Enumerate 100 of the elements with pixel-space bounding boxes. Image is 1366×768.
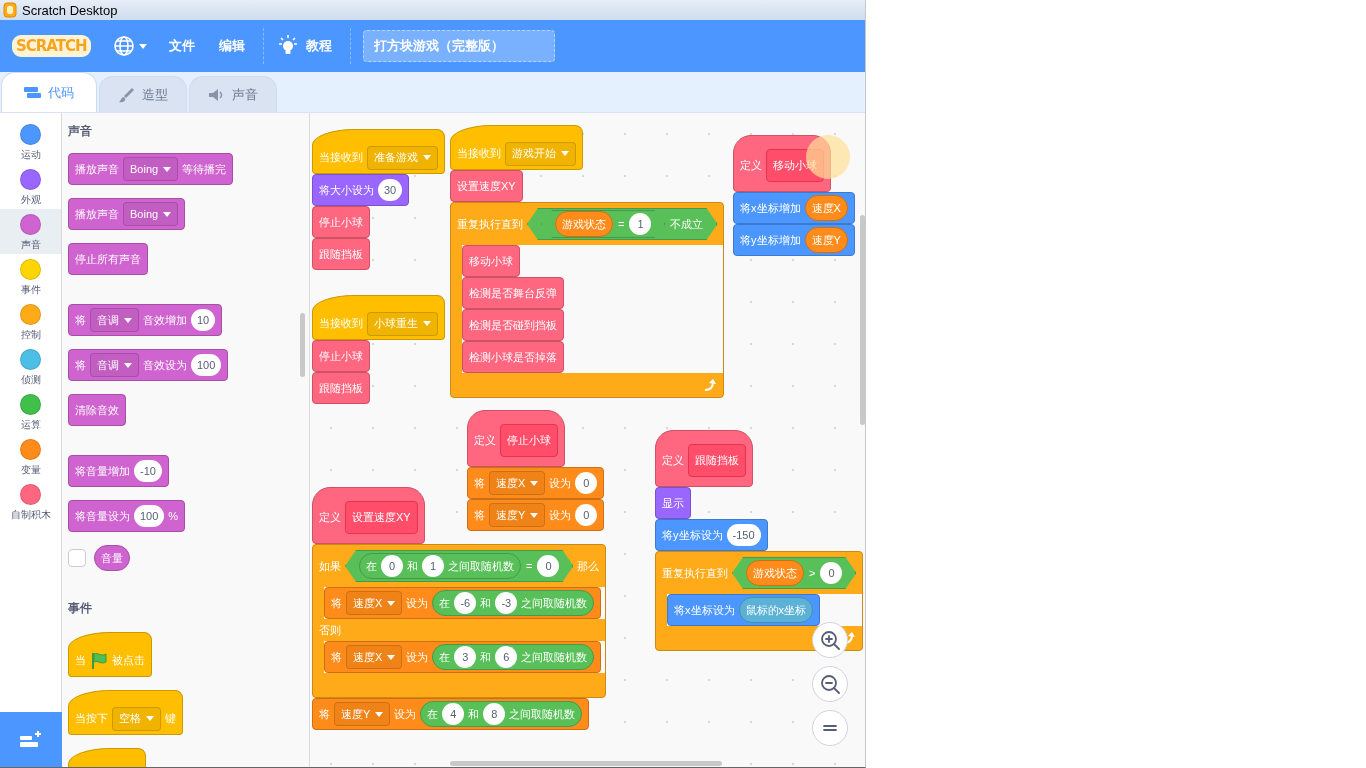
reporter-block[interactable]: 鼠标的x坐标: [738, 597, 813, 623]
add-extension-button[interactable]: [0, 712, 62, 767]
code-block[interactable]: 显示: [655, 487, 691, 519]
reporter-block[interactable]: 速度Y: [804, 227, 848, 253]
scrollbar[interactable]: [860, 215, 865, 425]
reporter-block[interactable]: 在 -6 和 -3 之间取随机数: [432, 590, 595, 616]
number-input[interactable]: 8: [483, 703, 506, 725]
number-input[interactable]: -3: [495, 592, 518, 614]
dropdown-menu[interactable]: Boing: [123, 157, 179, 181]
number-input[interactable]: -10: [134, 460, 162, 482]
code-block[interactable]: 将 速度X 设为 在 -6 和 -3 之间取随机数: [324, 587, 602, 619]
define-block[interactable]: 定义 设置速度XY: [312, 487, 425, 544]
dropdown-menu[interactable]: 速度X: [346, 645, 403, 669]
number-input[interactable]: 6: [495, 646, 518, 668]
dropdown-menu[interactable]: 速度Y: [489, 503, 546, 527]
code-block[interactable]: 停止小球: [312, 206, 370, 238]
reporter-block[interactable]: 游戏状态: [555, 211, 613, 237]
boolean-block[interactable]: 游戏状态 = 1 不成立: [527, 208, 718, 240]
reporter-block[interactable]: 游戏状态: [746, 560, 804, 586]
tutorials-button[interactable]: 教程: [277, 35, 332, 57]
code-block[interactable]: 将 音调 音效设为 100: [68, 349, 229, 381]
menu-item[interactable]: 编辑: [218, 37, 245, 55]
code-block[interactable]: 检测是否舞台反弹: [462, 277, 564, 309]
boolean-block[interactable]: 游戏状态 > 0: [732, 557, 857, 589]
tab[interactable]: 造型: [99, 76, 187, 112]
number-input[interactable]: 0: [537, 555, 560, 577]
code-block[interactable]: 停止小球: [312, 340, 370, 372]
dropdown-menu[interactable]: 音调: [90, 353, 139, 377]
number-input[interactable]: 0: [575, 504, 598, 526]
c-block[interactable]: 重复执行直到 游戏状态 > 0 将x坐标设为 鼠标的x坐标: [655, 551, 864, 651]
dropdown-menu[interactable]: 空格: [112, 706, 161, 731]
code-block[interactable]: 跟随挡板: [312, 372, 370, 404]
code-block[interactable]: 播放声音 Boing: [68, 198, 186, 230]
code-block[interactable]: 将x坐标设为 鼠标的x坐标: [667, 594, 820, 626]
c-block[interactable]: 重复执行直到 游戏状态 = 1 不成立 移动小球 检测是否舞台反弹 检测是否碰到挡板 检测小球是否掉落: [450, 202, 725, 398]
dropdown-menu[interactable]: 小球重生: [367, 311, 438, 336]
number-input[interactable]: -150: [726, 524, 761, 546]
code-block[interactable]: 将大小设为 30: [312, 174, 410, 206]
category-item[interactable]: 运算: [0, 389, 61, 434]
code-block[interactable]: 设置速度XY: [450, 170, 523, 202]
reporter-block[interactable]: 音量: [94, 545, 130, 571]
category-item[interactable]: 自制积木: [0, 479, 61, 524]
number-input[interactable]: 100: [134, 505, 165, 527]
hat-block[interactable]: 当按下 空格 键: [68, 690, 183, 735]
code-block[interactable]: 将 速度X 设为 在 3 和 6 之间取随机数: [324, 641, 602, 673]
code-block[interactable]: 播放声音 Boing 等待播完: [68, 153, 234, 185]
number-input[interactable]: -6: [454, 592, 477, 614]
hat-block[interactable]: 当接收到 小球重生: [312, 295, 445, 340]
code-block[interactable]: 将y坐标设为 -150: [655, 519, 768, 551]
scrollbar[interactable]: [450, 761, 722, 766]
code-block[interactable]: 将音量增加 -10: [68, 455, 169, 487]
define-block[interactable]: 定义 停止小球: [467, 410, 565, 467]
code-block[interactable]: 将 音调 音效增加 10: [68, 304, 223, 336]
project-title-field[interactable]: 打方块游戏（完整版）: [362, 30, 555, 62]
number-input[interactable]: 30: [378, 179, 403, 201]
code-block[interactable]: 将x坐标增加 速度X: [733, 192, 855, 224]
number-input[interactable]: 4: [442, 703, 465, 725]
checkbox[interactable]: [68, 549, 86, 567]
code-block[interactable]: 跟随挡板: [312, 238, 370, 270]
category-item[interactable]: 侦测: [0, 344, 61, 389]
reporter-block[interactable]: 在 3 和 6 之间取随机数: [432, 644, 595, 670]
code-block[interactable]: 将 速度X 设为 0: [467, 467, 605, 499]
number-input[interactable]: 0: [575, 472, 598, 494]
code-block[interactable]: 清除音效: [68, 394, 126, 426]
code-block[interactable]: 移动小球: [462, 245, 520, 277]
hat-block[interactable]: 当接收到 游戏开始: [450, 125, 583, 170]
category-item[interactable]: 运动: [0, 119, 61, 164]
number-input[interactable]: 1: [629, 213, 652, 235]
menu-item[interactable]: 文件: [168, 37, 195, 55]
code-block[interactable]: 检测小球是否掉落: [462, 341, 564, 373]
dropdown-menu[interactable]: 速度X: [346, 591, 403, 615]
define-block[interactable]: 定义 跟随挡板: [655, 430, 753, 487]
dropdown-menu[interactable]: Boing: [123, 202, 179, 226]
zoom-out-button[interactable]: [812, 666, 848, 702]
category-item[interactable]: 变量: [0, 434, 61, 479]
number-input[interactable]: 0: [820, 562, 843, 584]
number-input[interactable]: 3: [454, 646, 477, 668]
dropdown-menu[interactable]: 游戏开始: [505, 141, 576, 166]
hat-block[interactable]: 当接收到 准备游戏: [312, 129, 445, 174]
code-block[interactable]: 停止所有声音: [68, 243, 148, 275]
number-input[interactable]: 10: [191, 309, 216, 331]
reporter-block[interactable]: 在 0 和 1 之间取随机数: [359, 553, 521, 579]
boolean-block[interactable]: 在 0 和 1 之间取随机数 = 0: [345, 550, 574, 582]
number-input[interactable]: 100: [191, 354, 222, 376]
reporter-block[interactable]: 在 4 和 8 之间取随机数: [420, 701, 583, 727]
dropdown-menu[interactable]: 速度X: [489, 471, 546, 495]
code-block[interactable]: 将y坐标增加 速度Y: [733, 224, 855, 256]
code-block[interactable]: 将音量设为 100 %: [68, 500, 186, 532]
reset-zoom-button[interactable]: [812, 710, 848, 746]
c-block[interactable]: 如果 在 0 和 1 之间取随机数 = 0 那么 将 速度X 设为 在 -6 和 -3 之间取随机数 否则 将 速度X 设为 在 3 和 6 之间取随机数: [312, 544, 607, 698]
scrollbar[interactable]: [300, 313, 305, 377]
category-item[interactable]: 外观: [0, 164, 61, 209]
boolean-block[interactable]: 游戏状态 = 1: [541, 210, 666, 238]
category-item[interactable]: 控制: [0, 299, 61, 344]
dropdown-menu[interactable]: 音调: [90, 308, 139, 332]
dropdown-menu[interactable]: 准备游戏: [367, 145, 438, 170]
category-item[interactable]: 声音: [0, 209, 61, 254]
language-button[interactable]: [112, 35, 147, 57]
number-input[interactable]: 1: [422, 555, 444, 577]
category-item[interactable]: 事件: [0, 254, 61, 299]
